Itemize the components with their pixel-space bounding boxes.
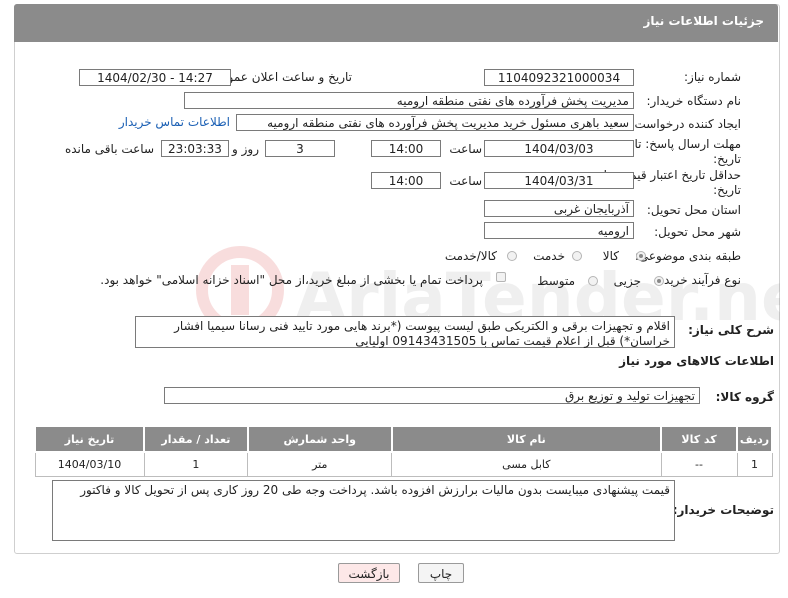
price-validity-date: 1404/03/31 (484, 172, 634, 189)
province-label: استان محل تحویل: (646, 203, 741, 217)
province-field: آذربایجان غربی (484, 200, 634, 217)
price-validity-time: 14:00 (371, 172, 441, 189)
category-option-goods: کالا (602, 249, 619, 263)
send-deadline-label: مهلت ارسال پاسخ: تا تاریخ: (634, 137, 741, 166)
announce-field: 1404/02/30 - 14:27 (79, 69, 231, 86)
col-row-number: ردیف (736, 425, 773, 453)
col-unit: واحد شمارش (246, 425, 393, 453)
cell-row-number: 1 (736, 451, 773, 477)
col-need-date: تاریخ نیاز (34, 425, 145, 453)
category-radio-goods-service[interactable] (507, 251, 517, 261)
process-radio-minor[interactable] (654, 276, 664, 286)
cell-quantity: 1 (143, 451, 249, 477)
send-deadline-date: 1404/03/03 (484, 140, 634, 157)
buyer-org-label: نام دستگاه خریدار: (646, 94, 742, 108)
category-radio-service[interactable] (572, 251, 582, 261)
process-label: نوع فرآیند خرید : (656, 273, 741, 287)
buyer-contact-link[interactable]: اطلاعات تماس خریدار (119, 115, 230, 129)
days-label: روز و (232, 142, 259, 156)
table-row: 1 -- کابل مسی متر 1 1404/03/10 (34, 451, 773, 477)
need-number-label: شماره نیاز: (684, 70, 741, 84)
general-desc-field: اقلام و تجهیزات برقی و الکتریکی طبق لیست… (135, 316, 675, 348)
category-option-goods-service: کالا/خدمت (444, 249, 497, 263)
price-validity-time-label: ساعت (449, 174, 482, 188)
city-label: شهر محل تحویل: (654, 225, 741, 239)
col-goods-code: کد کالا (659, 425, 739, 453)
general-desc-label: شرح کلی نیاز: (688, 323, 774, 337)
category-label: طبقه بندی موضوعی: (634, 249, 741, 263)
category-option-service: خدمت (533, 249, 565, 263)
send-deadline-time: 14:00 (371, 140, 441, 157)
col-goods-name: نام کالا (390, 425, 663, 453)
back-button[interactable]: بازگشت (338, 563, 400, 583)
print-button[interactable]: چاپ (418, 563, 464, 583)
goods-group-field: تجهیزات تولید و توزیع برق (164, 387, 700, 404)
cell-need-date: 1404/03/10 (34, 451, 145, 477)
category-radio-goods[interactable] (636, 251, 646, 261)
process-option-minor: جزیی (613, 274, 641, 288)
buyer-notes-field: قیمت پیشنهادی میبایست بدون مالیات برارزش… (52, 480, 675, 541)
goods-table: ردیف کد کالا نام کالا واحد شمارش تعداد /… (34, 425, 773, 477)
goods-table-header: ردیف کد کالا نام کالا واحد شمارش تعداد /… (34, 425, 773, 453)
panel-header: جزئیات اطلاعات نیاز (14, 4, 778, 42)
need-number-field: 1104092321000034 (484, 69, 634, 86)
buyer-org-field: مدیریت پخش فرآورده های نفتی منطقه ارومیه (184, 92, 634, 109)
treasury-note: پرداخت تمام یا بخشی از مبلغ خرید،از محل … (100, 273, 483, 287)
city-field: ارومیه (484, 222, 634, 239)
requester-label: ایجاد کننده درخواست: (630, 117, 741, 131)
goods-group-label: گروه کالا: (715, 390, 774, 404)
process-option-medium: متوسط (537, 274, 575, 288)
treasury-checkbox[interactable] (496, 272, 506, 282)
cell-unit: متر (247, 451, 393, 477)
requester-field: سعید باهری مسئول خرید مدیریت پخش فرآورده… (236, 114, 634, 131)
remaining-days: 3 (265, 140, 335, 157)
process-radio-medium[interactable] (588, 276, 598, 286)
panel-title: جزئیات اطلاعات نیاز (643, 14, 764, 28)
goods-info-title: اطلاعات کالاهای مورد نیاز (619, 354, 774, 368)
buyer-notes-label: توضیحات خریدار: (672, 503, 774, 517)
remaining-time: 23:03:33 (161, 140, 229, 157)
send-deadline-time-label: ساعت (449, 142, 482, 156)
cell-goods-code: -- (660, 451, 738, 477)
remaining-label: ساعت باقی مانده (64, 142, 154, 156)
col-quantity: تعداد / مقدار (143, 425, 249, 453)
cell-goods-name: کابل مسی (391, 451, 662, 477)
